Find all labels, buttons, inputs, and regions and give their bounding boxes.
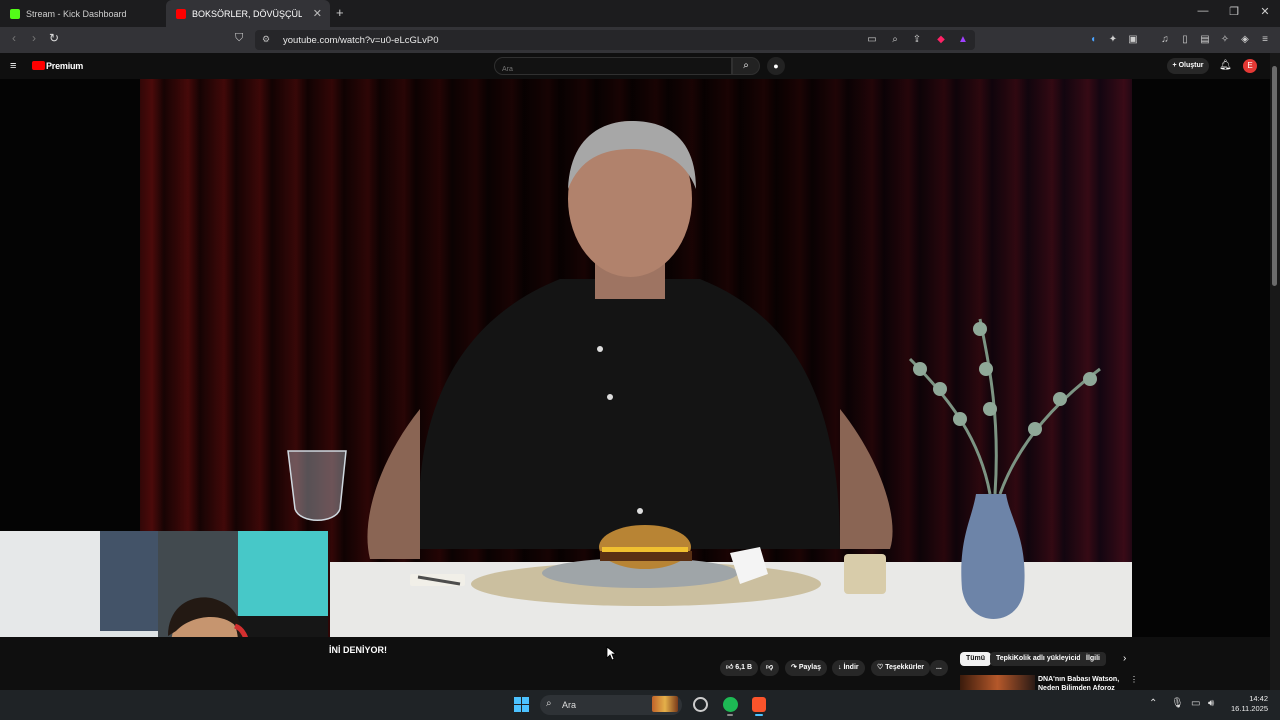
brave-rewards-icon[interactable]: ▲ xyxy=(956,34,970,45)
cast-icon[interactable]: ▭ xyxy=(865,34,879,45)
download-button[interactable]: ↓ İndir xyxy=(832,660,865,676)
like-count: 6,1 B xyxy=(735,664,752,671)
media-icon[interactable]: ♫ xyxy=(1158,34,1172,45)
download-label: İndir xyxy=(843,664,859,671)
water-glass xyxy=(287,450,347,521)
dislike-button[interactable]: 👎︎ xyxy=(760,660,780,676)
more-actions-button[interactable]: ... xyxy=(930,660,948,676)
audio-icon[interactable]: ◖ xyxy=(1086,34,1100,45)
create-label: Oluştur xyxy=(1178,62,1204,69)
chip-related[interactable]: İlgili xyxy=(1080,652,1106,666)
app-icon[interactable] xyxy=(693,697,708,712)
taskbar-search-label: Ara xyxy=(562,700,577,710)
shirt-button xyxy=(607,394,613,400)
recommendation-menu-icon[interactable]: ⋮ xyxy=(1130,675,1138,684)
bookmark-icon[interactable]: ⛉ xyxy=(235,32,243,45)
tab-label: BOKSÖRLER, DÖVÜŞÇÜLERİN... xyxy=(192,8,302,19)
active-indicator xyxy=(755,714,763,716)
display-icon[interactable]: ▭ xyxy=(1191,698,1200,709)
url-text[interactable]: youtube.com/watch?v=u0-eLcGLvP0 xyxy=(283,35,439,46)
search-input[interactable] xyxy=(502,62,722,77)
thumbs-down-icon: 👎︎ xyxy=(766,664,774,671)
windows-start-icon[interactable] xyxy=(514,697,529,712)
site-info-icon[interactable]: ⚙ xyxy=(262,34,270,45)
thanks-label: Teşekkürler xyxy=(885,664,925,671)
notifications-bell-icon[interactable]: 🔔︎ xyxy=(1219,60,1232,71)
restore-button[interactable]: ❐ xyxy=(1226,5,1242,18)
back-icon[interactable]: ‹ xyxy=(6,31,22,45)
screenshot-icon[interactable]: ▣ xyxy=(1126,34,1140,45)
spotify-icon[interactable] xyxy=(723,697,738,712)
search-icon: ⌕ xyxy=(546,698,552,709)
burger-patty xyxy=(600,551,692,561)
search-highlight-icon[interactable] xyxy=(652,696,678,712)
tab-kick-dashboard[interactable]: Stream - Kick Dashboard xyxy=(0,0,165,27)
youtube-icon xyxy=(176,8,186,19)
man-shirt xyxy=(418,279,840,549)
chevron-right-icon[interactable]: › xyxy=(1123,653,1126,664)
more-icon: ... xyxy=(936,664,942,671)
video-title: İNİ DENİYOR! xyxy=(329,645,388,655)
close-tab-icon[interactable]: ✕ xyxy=(313,7,322,20)
search-button[interactable]: ⌕ xyxy=(732,57,760,75)
recommendation-title[interactable]: DNA'nın Babası Watson, Neden Bilimden Af… xyxy=(1038,675,1133,690)
wicker-cup xyxy=(844,554,886,594)
wallet-icon[interactable]: ▤ xyxy=(1198,34,1212,45)
leo-ai-icon[interactable]: ✧ xyxy=(1218,34,1232,45)
forward-icon[interactable]: › xyxy=(26,31,42,45)
share-button[interactable]: ↷ Paylaş xyxy=(785,660,827,676)
youtube-premium-logo[interactable]: Premium xyxy=(46,61,83,71)
like-button[interactable]: 👍︎ 6,1 B xyxy=(720,660,758,676)
brave-shields-icon[interactable]: ◆ xyxy=(934,34,948,45)
clock-time: 14:42 xyxy=(1249,694,1268,703)
man-left-arm xyxy=(367,409,420,559)
tray-overflow-icon[interactable]: ⌃ xyxy=(1149,698,1157,709)
tab-label: Stream - Kick Dashboard xyxy=(26,8,127,19)
microphone-icon: ● xyxy=(773,61,779,71)
thumbs-up-icon: 👍︎ xyxy=(726,664,736,671)
shirt-button xyxy=(637,508,643,514)
zoom-icon[interactable]: ⌕ xyxy=(888,34,902,45)
voice-search-button[interactable]: ● xyxy=(767,57,785,75)
minimize-button[interactable]: — xyxy=(1195,5,1211,17)
extensions-icon[interactable]: ✦ xyxy=(1106,34,1120,45)
search-box[interactable] xyxy=(494,57,732,77)
tab-youtube-video[interactable]: BOKSÖRLER, DÖVÜŞÇÜLERİN... ✕ xyxy=(166,0,330,27)
shirt-button xyxy=(597,346,603,352)
burger-cheese xyxy=(602,547,688,552)
kick-icon xyxy=(10,8,20,19)
create-button[interactable]: + Oluştur xyxy=(1167,58,1209,74)
clock-date: 16.11.2025 xyxy=(1231,704,1268,713)
vpn-icon[interactable]: ◈ xyxy=(1238,34,1252,45)
microphone-tray-icon[interactable]: 🎙︎ xyxy=(1171,698,1184,709)
chip-all[interactable]: Tümü xyxy=(960,652,992,666)
share-page-icon[interactable]: ⇪ xyxy=(910,34,924,45)
menu-icon[interactable]: ≡ xyxy=(1258,34,1272,45)
youtube-logo-icon[interactable] xyxy=(32,61,45,70)
thanks-icon: ♡ xyxy=(877,664,886,671)
close-window-button[interactable]: ✕ xyxy=(1257,5,1273,18)
avatar[interactable]: E xyxy=(1243,59,1257,73)
eucalyptus-plant xyxy=(908,318,1101,495)
thanks-button[interactable]: ♡ Teşekkürler xyxy=(871,660,931,676)
brave-browser-icon[interactable] xyxy=(752,697,766,712)
sidebar-icon[interactable]: ▯ xyxy=(1178,34,1192,45)
search-icon: ⌕ xyxy=(743,60,749,71)
scrollbar-thumb[interactable] xyxy=(1272,66,1277,286)
new-tab-button[interactable]: + xyxy=(336,5,344,20)
share-icon: ↷ xyxy=(791,664,799,671)
eucalyptus-leaves xyxy=(913,322,1097,436)
man-right-arm xyxy=(840,409,893,549)
recommendation-thumbnail[interactable] xyxy=(960,675,1035,690)
hamburger-menu-icon[interactable]: ≡ xyxy=(10,60,16,72)
share-label: Paylaş xyxy=(798,664,821,671)
running-indicator xyxy=(727,714,733,716)
reload-icon[interactable]: ↻ xyxy=(46,31,62,45)
taskbar-clock[interactable]: 14:42 16.11.2025 xyxy=(1226,694,1268,714)
volume-icon[interactable]: 🔊︎ xyxy=(1208,698,1214,709)
mouse-cursor-icon xyxy=(606,646,616,661)
blue-vase xyxy=(961,494,1025,619)
